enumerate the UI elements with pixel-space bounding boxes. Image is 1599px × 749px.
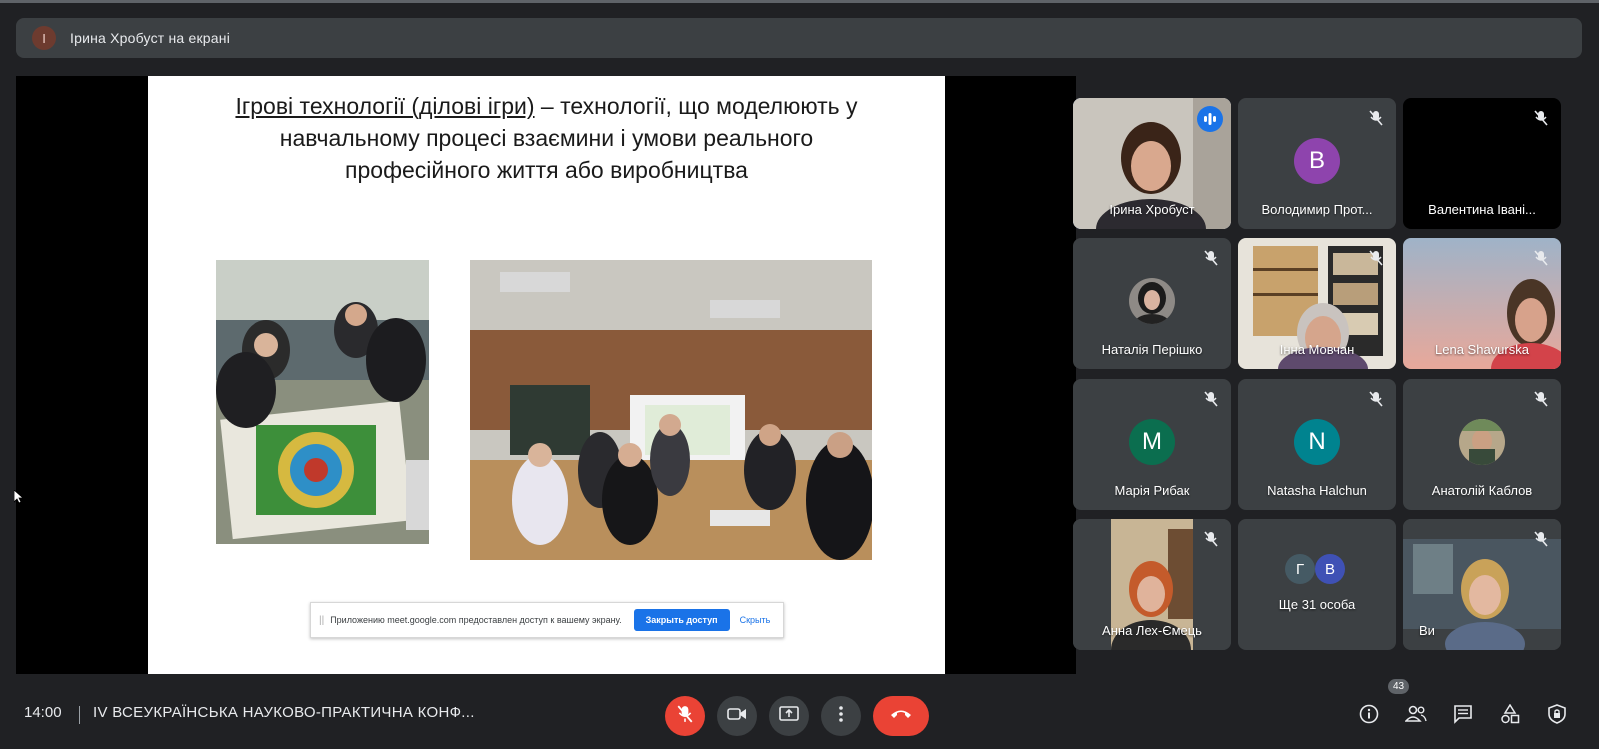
self-tile[interactable]: Ви bbox=[1403, 519, 1561, 650]
toggle-camera-button[interactable] bbox=[717, 696, 757, 736]
mic-off-icon bbox=[1531, 389, 1551, 409]
slide-title-line3: професійного життя або виробництва bbox=[345, 157, 748, 183]
participant-name: Ви bbox=[1419, 623, 1435, 638]
hide-notice-button[interactable]: Скрыть bbox=[740, 615, 771, 625]
participant-name: Валентина Івані... bbox=[1428, 202, 1536, 217]
slide-title: Ігрові технології (ділові ігри) – технол… bbox=[148, 90, 945, 186]
participant-avatar: N bbox=[1294, 419, 1340, 465]
participant-name: Ірина Хробуст bbox=[1109, 202, 1195, 217]
more-participants-tile[interactable]: Г В Ще 31 особа bbox=[1238, 519, 1396, 650]
participant-avatar bbox=[1129, 278, 1175, 324]
participant-avatar: Г bbox=[1285, 554, 1315, 584]
toggle-mic-button[interactable] bbox=[665, 696, 705, 736]
drag-handle-icon[interactable]: || bbox=[319, 615, 324, 626]
participant-tile[interactable]: Анатолій Каблов bbox=[1403, 379, 1561, 510]
bar-divider bbox=[79, 706, 80, 724]
participant-avatar: В bbox=[1294, 138, 1340, 184]
host-controls-button[interactable] bbox=[1545, 703, 1569, 729]
mic-off-icon bbox=[1201, 529, 1221, 549]
mic-off-icon bbox=[1366, 389, 1386, 409]
mic-off-icon bbox=[677, 705, 693, 728]
participant-tile[interactable]: Валентина Івані... bbox=[1403, 98, 1561, 229]
participant-tile[interactable]: М Марія Рибак bbox=[1073, 379, 1231, 510]
activities-icon bbox=[1500, 703, 1520, 729]
participant-tile[interactable]: Анна Лех-Ємець bbox=[1073, 519, 1231, 650]
slide-title-line1: – технології, що моделюють у bbox=[534, 93, 858, 119]
participant-name: Natasha Halchun bbox=[1267, 483, 1367, 498]
mic-off-icon bbox=[1531, 529, 1551, 549]
slide-photo-classroom bbox=[470, 260, 872, 560]
activities-button[interactable] bbox=[1498, 703, 1522, 729]
chat-button[interactable] bbox=[1451, 704, 1475, 728]
presenter-avatar: І bbox=[32, 26, 56, 50]
people-button[interactable] bbox=[1404, 704, 1428, 728]
people-count-badge: 43 bbox=[1388, 679, 1410, 694]
people-icon bbox=[1404, 705, 1427, 728]
present-screen-button[interactable] bbox=[769, 696, 809, 736]
meeting-controls-bar: 14:00 IV ВСЕУКРАЇНСЬКА НАУКОВО-ПРАКТИЧНА… bbox=[0, 680, 1599, 749]
slide-title-term: Ігрові технології (ділові ігри) bbox=[235, 93, 535, 119]
mic-off-icon bbox=[1366, 108, 1386, 128]
host-controls-icon bbox=[1548, 703, 1566, 729]
participant-name: Інна Мовчан bbox=[1279, 342, 1355, 357]
audio-wave-icon bbox=[1197, 106, 1223, 132]
participant-name: Анатолій Каблов bbox=[1431, 483, 1533, 498]
hang-up-icon bbox=[889, 707, 913, 725]
participant-name: Наталія Перішко bbox=[1101, 342, 1203, 357]
participant-name: Lena Shavurska bbox=[1435, 342, 1529, 357]
camera-icon bbox=[727, 707, 747, 726]
mic-off-icon bbox=[1201, 248, 1221, 268]
presenter-banner: І Ірина Хробуст на екрані bbox=[16, 18, 1582, 58]
presenter-label: Ірина Хробуст на екрані bbox=[70, 30, 231, 46]
mic-off-icon bbox=[1366, 248, 1386, 268]
more-participants-label: Ще 31 особа bbox=[1278, 597, 1356, 612]
window-top-border bbox=[0, 0, 1599, 3]
meeting-time: 14:00 bbox=[24, 704, 62, 721]
more-options-icon bbox=[839, 705, 843, 727]
slide-photo-board-game bbox=[216, 260, 429, 544]
participant-tile[interactable]: Наталія Перішко bbox=[1073, 238, 1231, 369]
participant-tile[interactable]: Ірина Хробуст bbox=[1073, 98, 1231, 229]
mic-off-icon bbox=[1531, 108, 1551, 128]
participant-name: Марія Рибак bbox=[1114, 483, 1190, 498]
chat-icon bbox=[1453, 704, 1473, 729]
more-options-button[interactable] bbox=[821, 696, 861, 736]
present-screen-icon bbox=[779, 705, 799, 727]
participant-name: Володимир Прот... bbox=[1261, 202, 1373, 217]
share-notice-text: Приложению meet.google.com предоставлен … bbox=[330, 615, 622, 625]
participant-name: Анна Лех-Ємець bbox=[1102, 623, 1202, 638]
info-icon bbox=[1359, 704, 1379, 729]
participant-avatar: В bbox=[1315, 554, 1345, 584]
meeting-details-button[interactable] bbox=[1357, 704, 1381, 728]
participant-avatar bbox=[1459, 419, 1505, 465]
meeting-title: IV ВСЕУКРАЇНСЬКА НАУКОВО-ПРАКТИЧНА КОНФ.… bbox=[93, 704, 475, 721]
cursor-icon bbox=[13, 489, 25, 509]
mic-off-icon bbox=[1531, 248, 1551, 268]
participant-avatar: М bbox=[1129, 419, 1175, 465]
participant-tile[interactable]: Lena Shavurska bbox=[1403, 238, 1561, 369]
participant-tile[interactable]: Інна Мовчан bbox=[1238, 238, 1396, 369]
screen-share-notice: || Приложению meet.google.com предоставл… bbox=[310, 602, 784, 638]
participant-tile[interactable]: В Володимир Прот... bbox=[1238, 98, 1396, 229]
slide-title-line2: навчальному процесі взаємини і умови реа… bbox=[279, 125, 814, 151]
leave-call-button[interactable] bbox=[873, 696, 929, 736]
participant-tile[interactable]: N Natasha Halchun bbox=[1238, 379, 1396, 510]
mic-off-icon bbox=[1201, 389, 1221, 409]
stop-sharing-button[interactable]: Закрыть доступ bbox=[633, 609, 730, 631]
shared-slide: Ігрові технології (ділові ігри) – технол… bbox=[148, 76, 945, 674]
